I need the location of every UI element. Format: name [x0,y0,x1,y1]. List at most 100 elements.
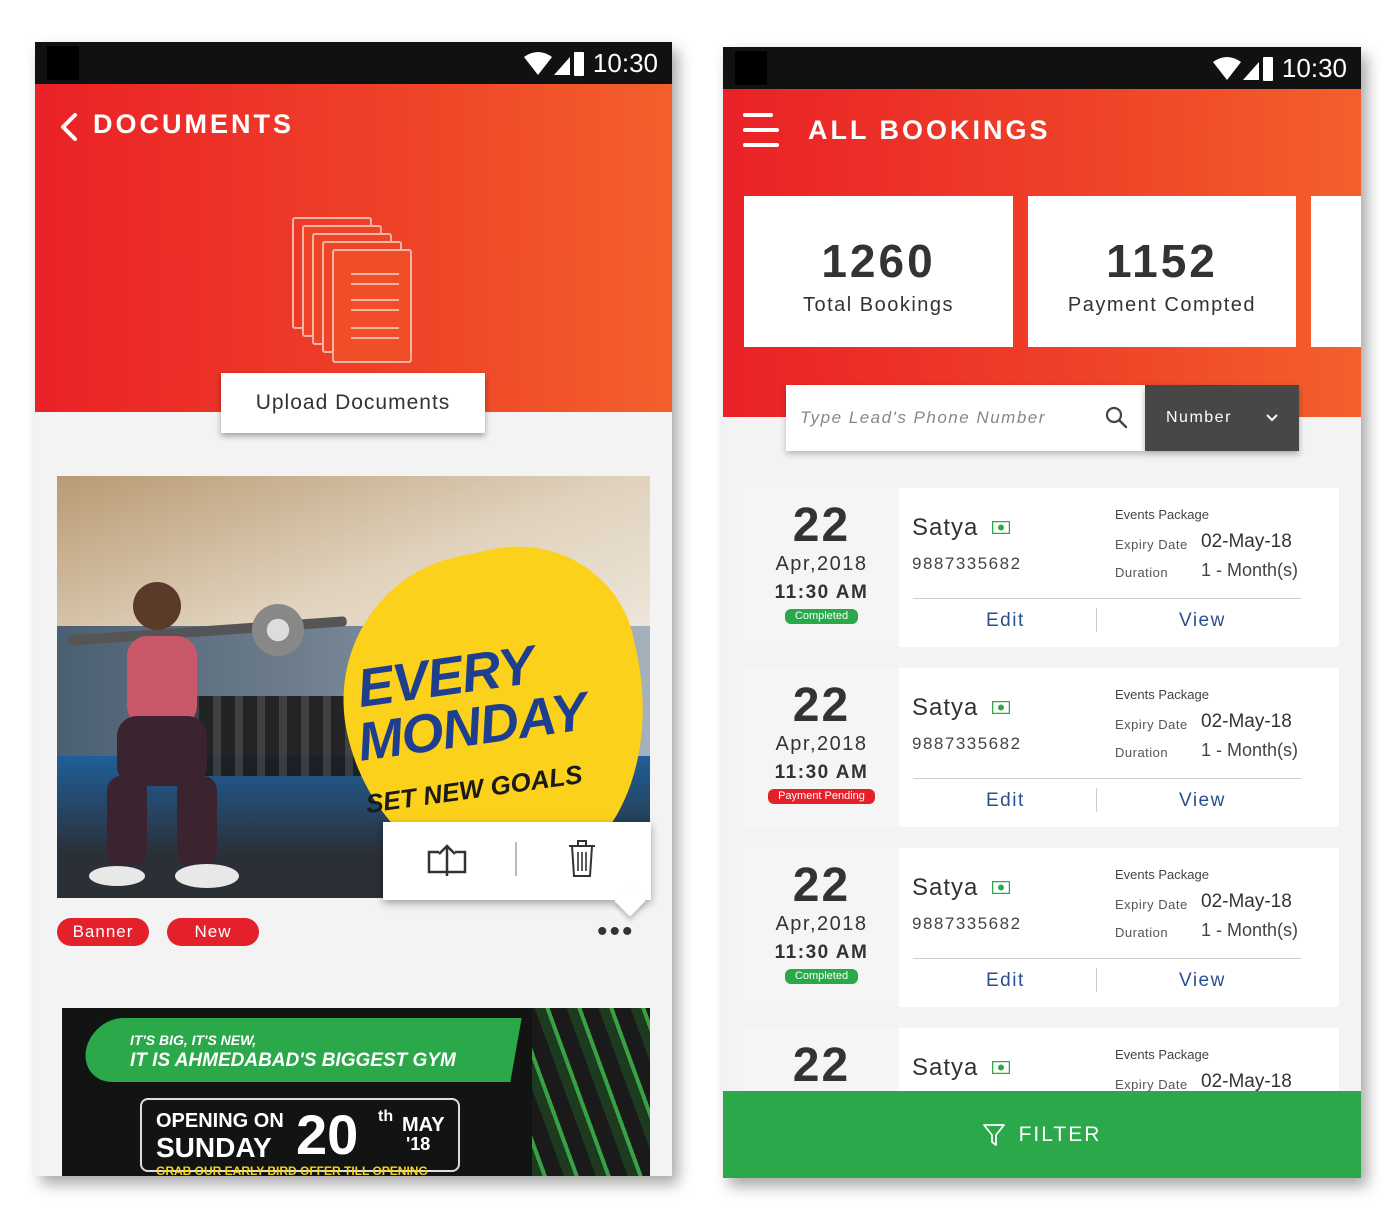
expiry-value: 02-May-18 [1201,711,1292,732]
divider [913,778,1301,779]
banner2-offer: GRAB OUR EARLY BIRD OFFER TILL OPENING [156,1164,428,1176]
booking-day: 22 [792,499,851,552]
search-type-dropdown[interactable]: Number [1145,385,1299,451]
hamburger-menu-icon[interactable] [743,113,779,147]
filter-label: FILTER [1018,1122,1102,1146]
booking-day: 22 [792,859,851,912]
documents-stack-icon [292,217,412,363]
duration-value: 1 - Month(s) [1201,560,1299,580]
status-badge: Payment Pending [768,789,875,804]
signal-battery-icons [524,52,584,76]
banner2-suffix: th [378,1108,394,1125]
expiry-label: Expiry Date [1115,537,1188,552]
status-bar: 10:30 [35,42,672,84]
popover-divider [515,842,517,876]
page-title: DOCUMENTS [93,109,294,139]
gym-frame-graphic [532,1008,650,1176]
view-button[interactable]: View [1179,610,1226,632]
filter-funnel-icon [982,1123,1005,1146]
booking-time: 11:30 AM [774,582,869,603]
package-name: Events Package [1115,1047,1209,1062]
status-time: 10:30 [1281,53,1347,83]
stat-label: Payment Compted [1067,294,1257,316]
expiry-value: 02-May-18 [1201,531,1292,552]
back-arrow-icon[interactable] [57,112,81,142]
booking-day: 22 [792,679,851,732]
view-button[interactable]: View [1179,790,1226,812]
customer-phone: 9887335682 [912,914,1022,933]
edit-button[interactable]: Edit [986,790,1025,812]
package-name: Events Package [1115,867,1209,882]
tag-new[interactable]: New [167,918,259,946]
view-button[interactable]: View [1179,970,1226,992]
banner2-day: 20 [296,1103,359,1166]
booking-date-panel: 22 Apr,2018 11:30 AM Payment Pending [744,668,899,827]
package-name: Events Package [1115,507,1209,522]
status-badge: Completed [784,969,859,984]
edit-button[interactable]: Edit [986,610,1025,632]
duration-value: 1 - Month(s) [1201,740,1299,760]
status-badge: Completed [784,609,859,624]
stat-value: 1152 [1106,235,1218,287]
booking-card[interactable]: 22 Apr,2018 11:30 AM Completed Satya 988… [744,848,1339,1007]
duration-value: 1 - Month(s) [1201,920,1299,940]
cash-icon [992,1061,1010,1074]
divider [1096,608,1097,632]
divider [1096,968,1097,992]
expiry-label: Expiry Date [1115,1077,1188,1092]
booking-month: Apr,2018 [775,553,868,575]
booking-date-panel: 22 Apr,2018 11:30 AM Completed [744,488,899,647]
signal-battery-icons [1213,57,1273,81]
banner-image-opening[interactable]: IT'S BIG, IT'S NEW, IT IS AHMEDABAD'S BI… [62,1008,650,1176]
banner2-opening: OPENING ON [156,1110,284,1132]
expiry-label: Expiry Date [1115,717,1188,732]
stat-card-partial[interactable] [1311,196,1361,347]
documents-header: DOCUMENTS [35,84,672,412]
filter-button[interactable]: FILTER [723,1091,1361,1178]
divider [1096,788,1097,812]
trash-icon[interactable] [567,838,597,878]
upload-documents-button[interactable]: Upload Documents [221,373,485,433]
tag-banner[interactable]: Banner [57,918,149,946]
customer-name: Satya [912,514,979,541]
edit-button[interactable]: Edit [986,970,1025,992]
booking-time: 11:30 AM [774,942,869,963]
stat-value: 1260 [821,235,936,287]
divider [913,598,1301,599]
status-bar: 10:30 [723,47,1361,89]
booking-month: Apr,2018 [775,913,868,935]
expiry-value: 02-May-18 [1201,891,1292,912]
search-input[interactable] [800,403,1090,433]
chevron-down-icon [1266,414,1278,422]
booking-card[interactable]: 22 Apr,2018 11:30 AM Payment Pending Sat… [744,668,1339,827]
stat-label: Total Bookings [802,294,955,316]
search-icon[interactable] [1104,405,1128,429]
more-options-icon[interactable]: ••• [597,917,635,947]
duration-label: Duration [1115,745,1169,760]
customer-name: Satya [912,694,979,721]
cash-icon [992,881,1010,894]
share-upload-icon[interactable] [425,842,469,878]
stat-card-payment-completed[interactable]: 1152 Payment Compted [1028,196,1296,347]
customer-name: Satya [912,1054,979,1081]
cash-icon [992,521,1010,534]
bookings-screen: 10:30 ALL BOOKINGS 1260 Total Bookings 1… [723,47,1361,1178]
expiry-label: Expiry Date [1115,897,1188,912]
banner2-sunday: SUNDAY [156,1132,272,1163]
customer-name: Satya [912,874,979,901]
weight-plate [252,604,304,656]
phone-search-box [786,385,1145,451]
package-name: Events Package [1115,687,1209,702]
booking-day: 22 [792,1039,851,1092]
booking-time: 11:30 AM [774,762,869,783]
stat-card-total-bookings[interactable]: 1260 Total Bookings [744,196,1013,347]
camera-notch [735,51,767,85]
page-title: ALL BOOKINGS [808,115,1051,145]
duration-label: Duration [1115,925,1169,940]
duration-label: Duration [1115,565,1169,580]
customer-phone: 9887335682 [912,554,1022,573]
status-time: 10:30 [592,48,658,78]
booking-card[interactable]: 22 Apr,2018 11:30 AM Completed Satya 988… [744,488,1339,647]
booking-date-panel: 22 Apr,2018 11:30 AM Completed [744,848,899,1007]
customer-phone: 9887335682 [912,734,1022,753]
